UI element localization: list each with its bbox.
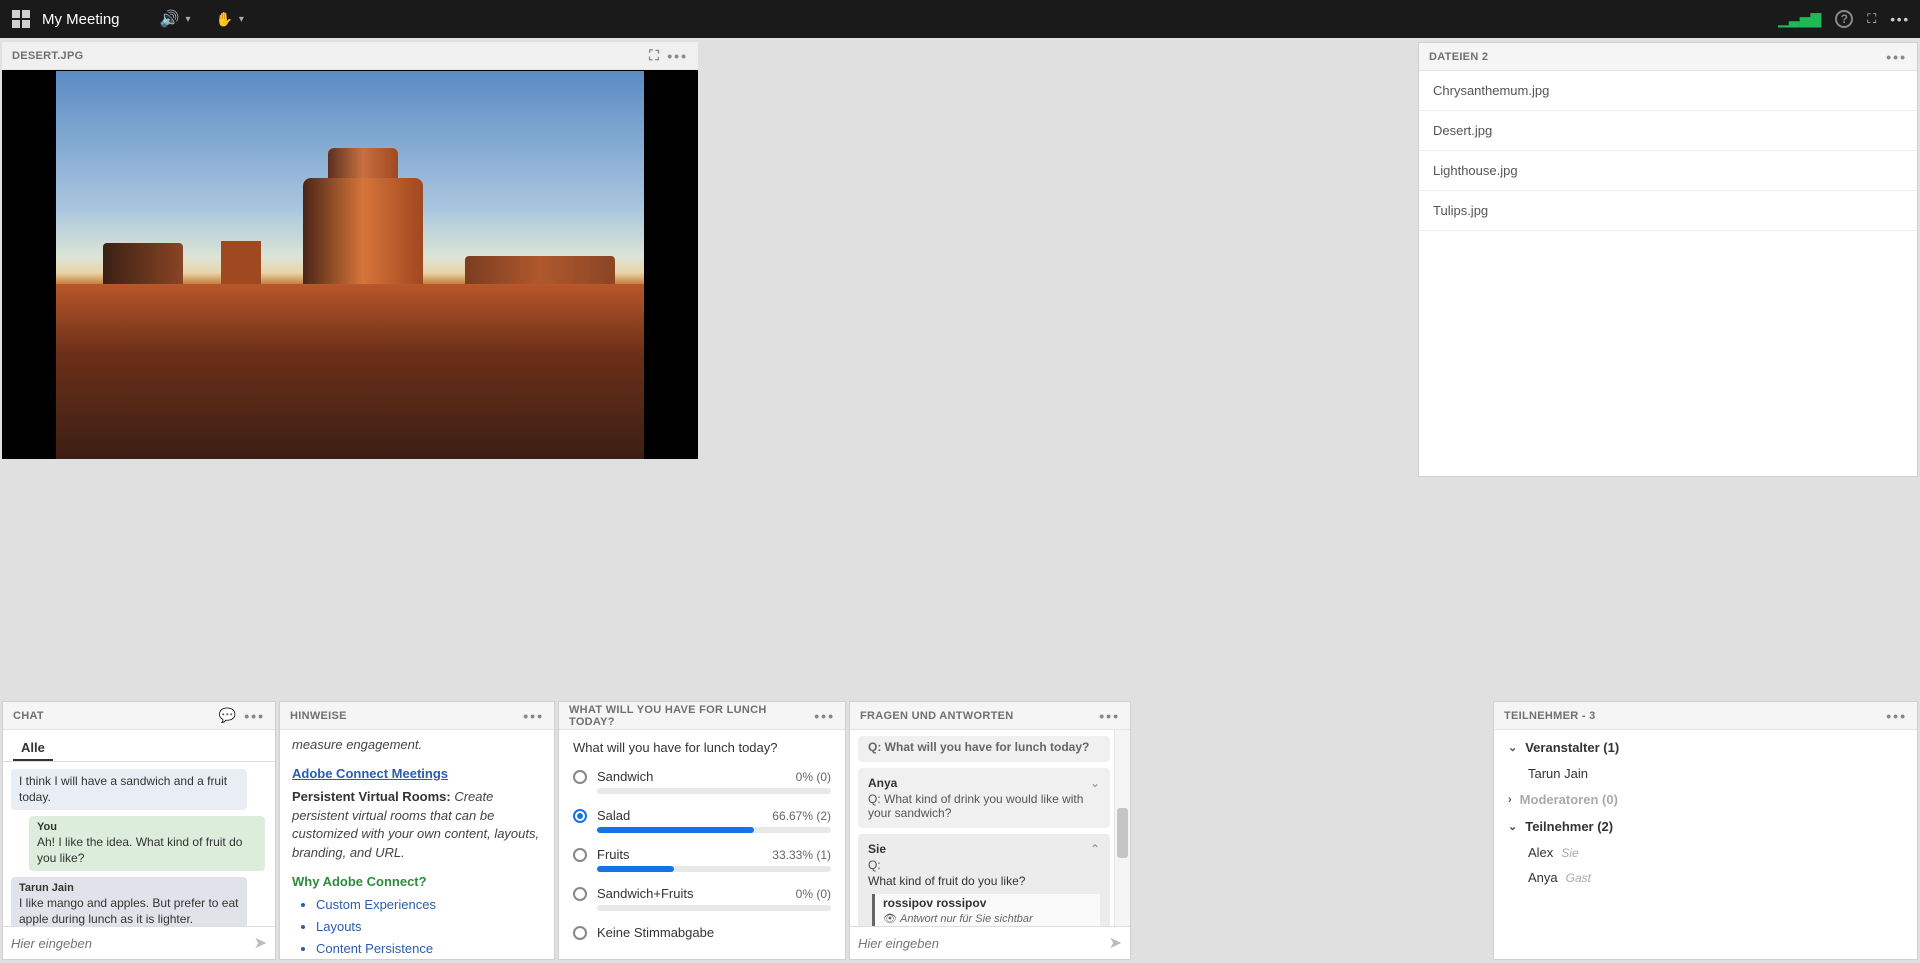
qa-item[interactable]: ⌃ Sie Q: What kind of fruit do you like?…: [858, 834, 1110, 926]
participants-group-hosts[interactable]: ⌄ Veranstalter (1): [1494, 734, 1917, 761]
chevron-down-icon: ▾: [239, 14, 244, 25]
pod-menu-icon[interactable]: •••: [1099, 708, 1120, 724]
chevron-down-icon[interactable]: ⌄: [1090, 776, 1100, 790]
chevron-right-icon: ›: [1508, 794, 1512, 806]
shared-image: [2, 70, 698, 459]
file-item[interactable]: Tulips.jpg: [1419, 191, 1917, 231]
send-icon[interactable]: ➤: [1109, 933, 1122, 953]
notes-bullet[interactable]: Layouts: [316, 918, 542, 937]
poll-pod: WHAT WILL YOU HAVE FOR LUNCH TODAY? ••• …: [558, 701, 846, 960]
chat-pod: CHAT 💬 ••• Alle I think I will have a sa…: [2, 701, 276, 960]
speaker-icon: 🔊: [160, 9, 180, 29]
poll-bar: [597, 866, 831, 872]
chat-pod-title: CHAT: [13, 710, 44, 722]
notes-link[interactable]: Adobe Connect Meetings: [292, 766, 448, 781]
files-pod-title: DATEIEN 2: [1429, 51, 1488, 63]
participants-group-participants[interactable]: ⌄ Teilnehmer (2): [1494, 813, 1917, 840]
chevron-up-icon[interactable]: ⌃: [1090, 842, 1100, 856]
radio-icon: [573, 848, 587, 862]
chat-message: YouAh! I like the idea. What kind of fru…: [29, 816, 265, 871]
poll-pod-title: WHAT WILL YOU HAVE FOR LUNCH TODAY?: [569, 704, 806, 728]
participants-pod: TEILNEHMER - 3 ••• ⌄ Veranstalter (1) Ta…: [1493, 701, 1918, 960]
pod-menu-icon[interactable]: •••: [1886, 708, 1907, 724]
app-logo: [10, 8, 32, 30]
participant-item[interactable]: AnyaGast: [1494, 865, 1917, 890]
poll-question: What will you have for lunch today?: [573, 740, 831, 755]
participant-item[interactable]: Tarun Jain: [1494, 761, 1917, 786]
chat-message: I think I will have a sandwich and a fru…: [11, 769, 247, 810]
audio-menu[interactable]: 🔊 ▾: [160, 9, 191, 29]
notes-pod: HINWEISE ••• measure engagement. Adobe C…: [279, 701, 555, 960]
file-item[interactable]: Chrysanthemum.jpg: [1419, 71, 1917, 111]
help-icon[interactable]: ?: [1835, 10, 1853, 28]
pod-menu-icon[interactable]: •••: [667, 48, 688, 64]
files-pod: DATEIEN 2 ••• Chrysanthemum.jpgDesert.jp…: [1418, 42, 1918, 477]
chat-options-icon[interactable]: 💬: [219, 707, 237, 724]
notes-pod-title: HINWEISE: [290, 710, 347, 722]
participant-item[interactable]: AlexSie: [1494, 840, 1917, 865]
scrollbar[interactable]: [1114, 730, 1130, 926]
pod-menu-icon[interactable]: •••: [814, 708, 835, 724]
chevron-down-icon: ▾: [185, 14, 190, 25]
poll-bar: [597, 905, 831, 911]
more-menu-icon[interactable]: •••: [1890, 12, 1910, 27]
chevron-down-icon: ⌄: [1508, 820, 1517, 833]
share-pod: DESERT.JPG ⛶ •••: [2, 42, 698, 459]
fullscreen-icon[interactable]: ⛶: [649, 47, 659, 64]
radio-icon: [573, 770, 587, 784]
radio-icon: [573, 887, 587, 901]
notes-content[interactable]: measure engagement. Adobe Connect Meetin…: [280, 730, 554, 959]
qa-pod: FRAGEN UND ANTWORTEN ••• Q: What will yo…: [849, 701, 1131, 960]
chat-message: Tarun JainI like mango and apples. But p…: [11, 877, 247, 926]
chat-tab-all[interactable]: Alle: [13, 736, 53, 761]
hand-icon: ✋: [215, 11, 232, 28]
pod-menu-icon[interactable]: •••: [523, 708, 544, 724]
notes-bullet[interactable]: Custom Experiences: [316, 896, 542, 915]
pod-menu-icon[interactable]: •••: [1886, 49, 1907, 65]
qa-pod-title: FRAGEN UND ANTWORTEN: [860, 710, 1013, 722]
share-pod-title: DESERT.JPG: [12, 50, 83, 62]
participants-pod-title: TEILNEHMER - 3: [1504, 710, 1596, 722]
chat-input[interactable]: [11, 936, 248, 951]
qa-item[interactable]: Q: What will you have for lunch today?: [858, 736, 1110, 762]
send-icon[interactable]: ➤: [254, 933, 267, 953]
fullscreen-icon[interactable]: ⛶: [1867, 11, 1876, 27]
poll-option[interactable]: Keine Stimmabgabe: [573, 925, 831, 940]
qa-item[interactable]: ⌄ Anya Q: What kind of drink you would l…: [858, 768, 1110, 828]
connection-icon[interactable]: ▁▃▅▇: [1778, 11, 1821, 28]
qa-input[interactable]: [858, 936, 1103, 951]
raise-hand-menu[interactable]: ✋ ▾: [215, 11, 243, 28]
poll-option[interactable]: Sandwich0% (0): [573, 769, 831, 784]
poll-option[interactable]: Sandwich+Fruits0% (0): [573, 886, 831, 901]
radio-icon: [573, 926, 587, 940]
chevron-down-icon: ⌄: [1508, 741, 1517, 754]
pod-menu-icon[interactable]: •••: [244, 708, 265, 724]
notes-bullet[interactable]: Content Persistence: [316, 940, 542, 959]
file-item[interactable]: Desert.jpg: [1419, 111, 1917, 151]
poll-bar: [597, 788, 831, 794]
poll-bar: [597, 827, 831, 833]
participants-group-presenters[interactable]: › Moderatoren (0): [1494, 786, 1917, 813]
poll-option[interactable]: Salad66.67% (2): [573, 808, 831, 823]
file-item[interactable]: Lighthouse.jpg: [1419, 151, 1917, 191]
poll-option[interactable]: Fruits33.33% (1): [573, 847, 831, 862]
meeting-title: My Meeting: [42, 11, 120, 28]
radio-icon: [573, 809, 587, 823]
